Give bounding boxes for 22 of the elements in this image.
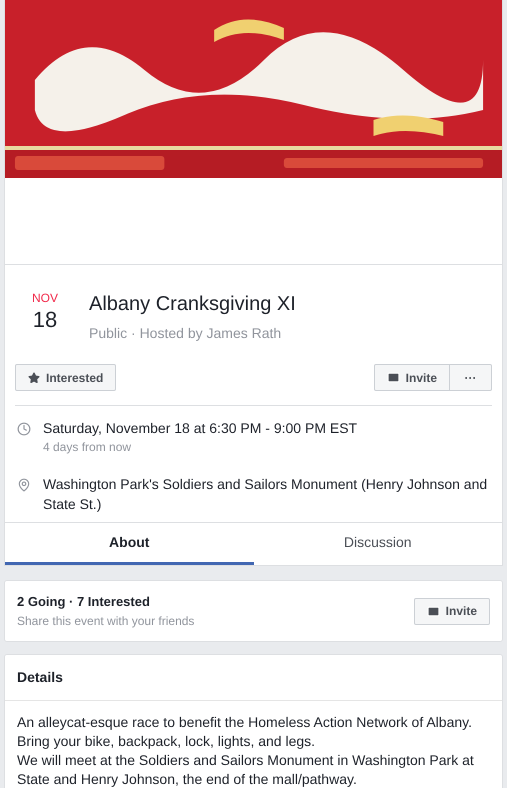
date-day: 18 — [32, 307, 58, 333]
description-text: We will meet at the Soldiers and Sailors Monument in Washington Park at State and Henry Johnson, the end of the mall/pathway. — [17, 751, 475, 788]
tab[interactable]: About — [5, 523, 254, 565]
detail-subtext: 4 days from now — [43, 439, 132, 456]
details-heading: Details — [17, 668, 63, 687]
tab[interactable]: Discussion — [254, 523, 502, 565]
event-subtitle: Public · Hosted by James Rath — [89, 324, 282, 343]
detail-text: Washington Park's Soldiers and Sailors Monument (Henry Johnson and State St.) — [43, 475, 488, 514]
interested-button[interactable]: Interested — [15, 364, 116, 391]
event-title: Albany Cranksgiving XI — [89, 292, 296, 317]
date-month: NOV — [32, 290, 58, 307]
description-text: Bring your bike, backpack, lock, lights, and legs. — [17, 732, 316, 751]
share-hint: Share this event with your friends — [17, 612, 194, 630]
invite-button[interactable]: Invite — [374, 364, 450, 391]
clock-icon — [17, 422, 31, 436]
invite-button[interactable]: Invite — [414, 598, 490, 624]
detail-text: Saturday, November 18 at 6:30 PM - 9:00 PM EST — [43, 419, 358, 438]
description-text: An alleycat-esque race to benefit the Homeless Action Network of Albany. — [17, 713, 473, 732]
guest-summary: 2 Going · 7 Interested — [17, 593, 151, 612]
more-button[interactable]: ··· — [450, 364, 492, 391]
star-icon — [28, 372, 40, 384]
map-pin-icon — [17, 478, 31, 492]
